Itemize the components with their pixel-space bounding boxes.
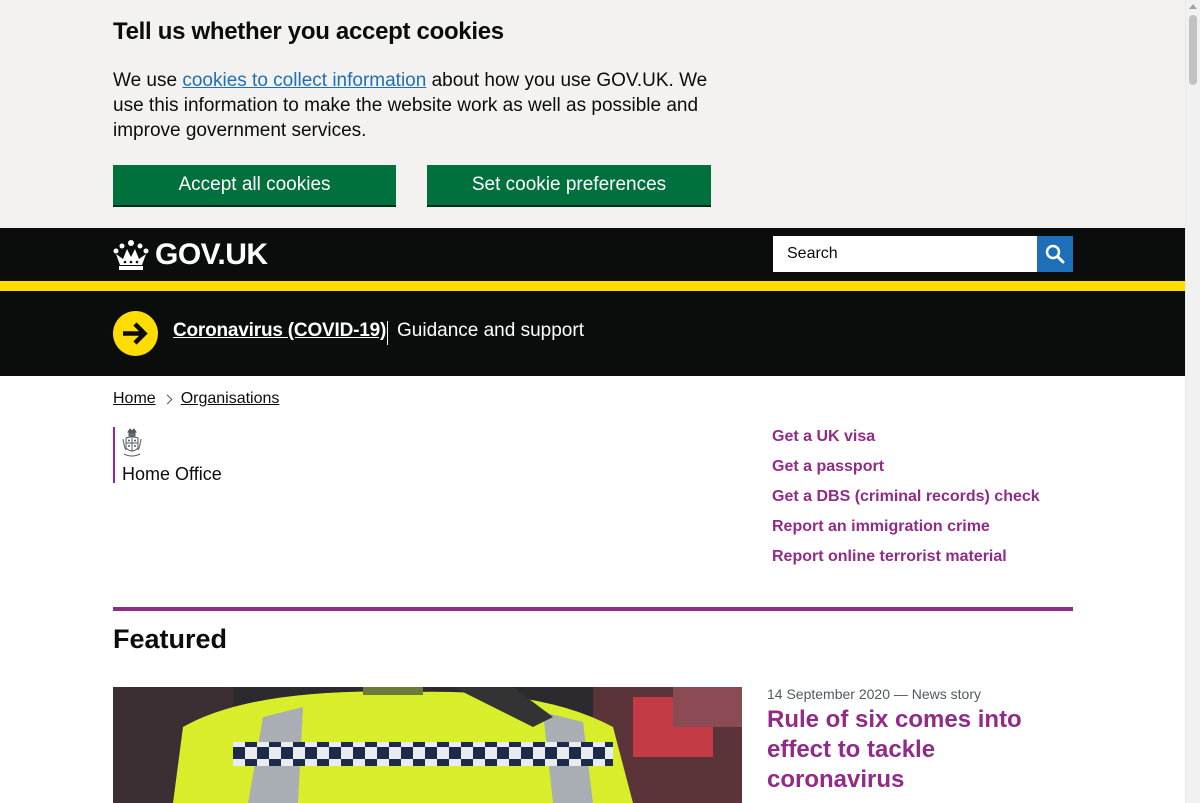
featured-item-meta: 14 September 2020 — News story: [767, 686, 981, 702]
list-item: Report an immigration crime: [772, 518, 1040, 548]
breadcrumb-organisations[interactable]: Organisations: [181, 390, 280, 408]
accept-cookies-button[interactable]: Accept all cookies: [113, 165, 396, 205]
search-button[interactable]: [1037, 236, 1073, 272]
search-input[interactable]: [773, 236, 1037, 272]
royal-crest-icon: [122, 428, 142, 457]
cookie-banner-title: Tell us whether you accept cookies: [113, 18, 504, 45]
quick-link-terrorist-material[interactable]: Report online terrorist material: [772, 548, 1007, 565]
list-item: Get a passport: [772, 458, 1040, 488]
breadcrumb-home[interactable]: Home: [113, 390, 156, 408]
quick-link-passport[interactable]: Get a passport: [772, 458, 884, 475]
quick-link-uk-visa[interactable]: Get a UK visa: [772, 428, 875, 445]
cookie-text-before: We use: [113, 70, 183, 91]
header-stripe: [0, 281, 1185, 291]
search-form: [773, 236, 1073, 272]
govuk-logo-link[interactable]: GOV.UK: [113, 238, 268, 272]
list-item: Report online terrorist material: [772, 548, 1040, 578]
arrow-circle-icon: [113, 311, 158, 356]
covid-description: Guidance and support: [397, 320, 584, 341]
site-header: GOV.UK: [0, 228, 1185, 281]
crown-icon: [113, 240, 149, 270]
page-scrollbar[interactable]: [1185, 0, 1200, 803]
govuk-logo-text: GOV.UK: [155, 238, 268, 271]
quick-link-immigration-crime[interactable]: Report an immigration crime: [772, 518, 990, 535]
quick-links: Get a UK visa Get a passport Get a DBS (…: [772, 428, 1040, 578]
cookies-info-link[interactable]: cookies to collect information: [182, 70, 426, 91]
cookie-preferences-button[interactable]: Set cookie preferences: [427, 165, 711, 205]
list-item: Get a DBS (criminal records) check: [772, 488, 1040, 518]
chevron-right-icon: [162, 394, 173, 404]
featured-item-headline: Rule of six comes into effect to tackle …: [767, 705, 1067, 795]
featured-divider: [113, 607, 1073, 611]
list-item: Get a UK visa: [772, 428, 1040, 458]
search-icon: [1045, 244, 1065, 264]
scrollbar-thumb[interactable]: [1189, 15, 1197, 85]
cookie-banner-text: We use cookies to collect information ab…: [113, 68, 733, 143]
scroll-up-arrow-icon[interactable]: [1189, 4, 1197, 9]
police-officer-photo: [113, 687, 742, 803]
featured-image-link[interactable]: [113, 687, 742, 803]
covid-divider: [387, 321, 388, 345]
featured-heading: Featured: [113, 624, 228, 654]
page: Tell us whether you accept cookies We us…: [0, 0, 1185, 803]
covid-banner: Coronavirus (COVID-19) Guidance and supp…: [0, 291, 1185, 376]
covid-link[interactable]: Coronavirus (COVID-19): [173, 320, 386, 342]
cookie-banner: Tell us whether you accept cookies We us…: [0, 0, 1185, 228]
quick-link-dbs-check[interactable]: Get a DBS (criminal records) check: [772, 488, 1040, 505]
organisation-name: Home Office: [122, 464, 222, 484]
featured-item-link[interactable]: Rule of six comes into effect to tackle …: [767, 706, 1022, 793]
organisation-logo: Home Office: [113, 427, 222, 484]
breadcrumb: Home Organisations: [113, 390, 279, 408]
